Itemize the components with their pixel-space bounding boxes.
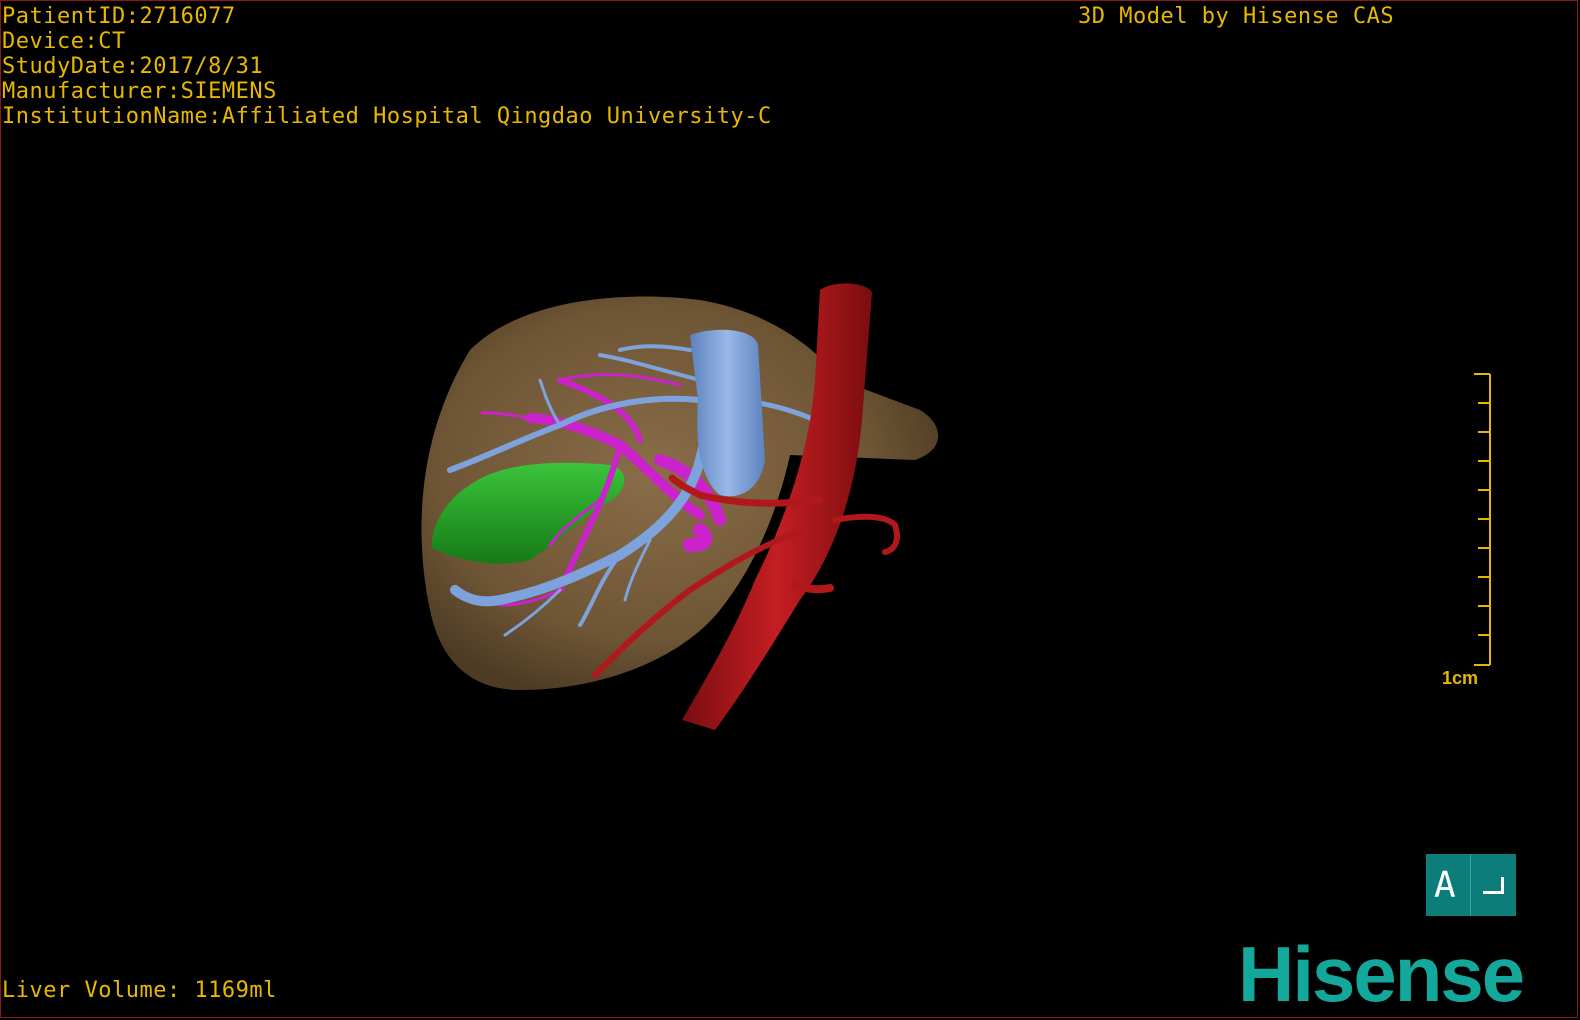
device-text: Device:CT [2,29,126,54]
institution-text: InstitutionName:Affiliated Hospital Qing… [2,104,772,129]
scale-bar-label: 1cm [1442,668,1479,688]
orientation-corner-icon [1483,876,1504,894]
hisense-logo: Hisense [1238,930,1525,1018]
scale-bar [1474,373,1491,666]
orientation-divider [1470,854,1471,916]
liver-volume-text: Liver Volume: 1169ml [2,978,277,1003]
manufacturer-text: Manufacturer:SIEMENS [2,79,277,104]
orientation-cube[interactable]: A [1426,854,1516,916]
orientation-label: A [1434,864,1456,906]
3d-liver-model-view[interactable] [0,0,1580,1020]
model-credit-text: 3D Model by Hisense CAS [1078,4,1395,29]
dicom-info-block: PatientID:2716077 Device:CT StudyDate:2017… [2,4,772,129]
study-date-text: StudyDate:2017/8/31 [2,54,264,79]
patient-id-text: PatientID:2716077 [2,4,236,29]
